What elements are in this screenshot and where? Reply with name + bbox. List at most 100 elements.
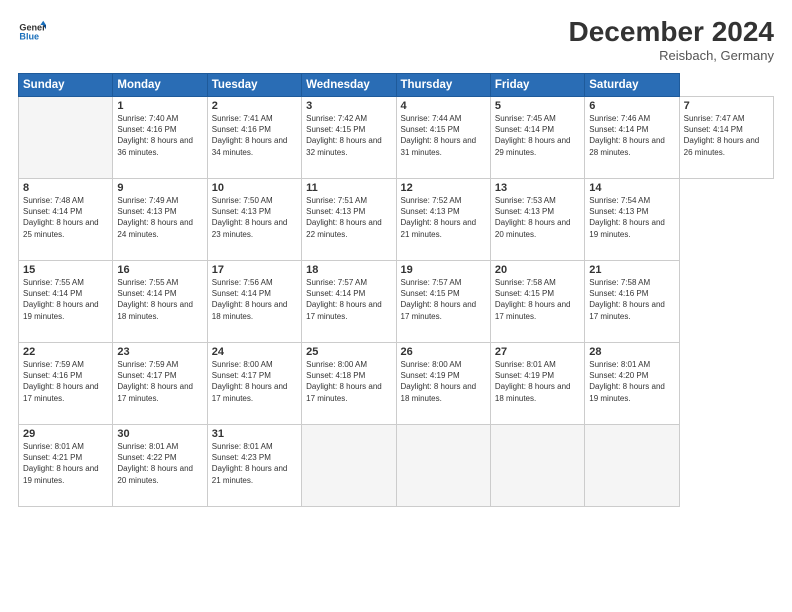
calendar-day-cell: 10 Sunrise: 7:50 AM Sunset: 4:13 PM Dayl…	[207, 179, 301, 261]
calendar-day-cell: 27 Sunrise: 8:01 AM Sunset: 4:19 PM Dayl…	[490, 343, 584, 425]
day-number: 13	[495, 182, 580, 194]
day-info: Sunrise: 7:58 AM Sunset: 4:15 PM Dayligh…	[495, 277, 580, 322]
day-info: Sunrise: 7:50 AM Sunset: 4:13 PM Dayligh…	[212, 195, 297, 240]
day-info: Sunrise: 8:01 AM Sunset: 4:19 PM Dayligh…	[495, 359, 580, 404]
day-number: 23	[117, 346, 202, 358]
day-info: Sunrise: 7:44 AM Sunset: 4:15 PM Dayligh…	[401, 113, 486, 158]
calendar-week-row: 1 Sunrise: 7:40 AM Sunset: 4:16 PM Dayli…	[19, 97, 774, 179]
calendar-week-row: 29 Sunrise: 8:01 AM Sunset: 4:21 PM Dayl…	[19, 425, 774, 507]
day-number: 11	[306, 182, 391, 194]
calendar-day-cell: 7 Sunrise: 7:47 AM Sunset: 4:14 PM Dayli…	[679, 97, 773, 179]
calendar-day-cell: 12 Sunrise: 7:52 AM Sunset: 4:13 PM Dayl…	[396, 179, 490, 261]
day-of-week-header: Saturday	[585, 74, 679, 97]
calendar-day-cell: 5 Sunrise: 7:45 AM Sunset: 4:14 PM Dayli…	[490, 97, 584, 179]
day-number: 9	[117, 182, 202, 194]
day-info: Sunrise: 7:41 AM Sunset: 4:16 PM Dayligh…	[212, 113, 297, 158]
calendar-day-cell: 22 Sunrise: 7:59 AM Sunset: 4:16 PM Dayl…	[19, 343, 113, 425]
calendar-day-cell: 18 Sunrise: 7:57 AM Sunset: 4:14 PM Dayl…	[302, 261, 396, 343]
day-info: Sunrise: 7:40 AM Sunset: 4:16 PM Dayligh…	[117, 113, 202, 158]
day-info: Sunrise: 8:01 AM Sunset: 4:20 PM Dayligh…	[589, 359, 674, 404]
day-info: Sunrise: 7:48 AM Sunset: 4:14 PM Dayligh…	[23, 195, 108, 240]
calendar-week-row: 22 Sunrise: 7:59 AM Sunset: 4:16 PM Dayl…	[19, 343, 774, 425]
day-number: 17	[212, 264, 297, 276]
calendar-day-cell: 2 Sunrise: 7:41 AM Sunset: 4:16 PM Dayli…	[207, 97, 301, 179]
day-of-week-header: Thursday	[396, 74, 490, 97]
calendar-day-cell: 16 Sunrise: 7:55 AM Sunset: 4:14 PM Dayl…	[113, 261, 207, 343]
calendar-day-cell: 21 Sunrise: 7:58 AM Sunset: 4:16 PM Dayl…	[585, 261, 679, 343]
day-of-week-header: Monday	[113, 74, 207, 97]
day-info: Sunrise: 7:46 AM Sunset: 4:14 PM Dayligh…	[589, 113, 674, 158]
day-number: 14	[589, 182, 674, 194]
svg-text:Blue: Blue	[19, 32, 39, 42]
location-subtitle: Reisbach, Germany	[569, 48, 774, 63]
day-info: Sunrise: 7:42 AM Sunset: 4:15 PM Dayligh…	[306, 113, 391, 158]
calendar-day-cell	[585, 425, 679, 507]
day-number: 8	[23, 182, 108, 194]
month-year-title: December 2024	[569, 18, 774, 46]
day-info: Sunrise: 7:51 AM Sunset: 4:13 PM Dayligh…	[306, 195, 391, 240]
day-number: 20	[495, 264, 580, 276]
day-info: Sunrise: 8:01 AM Sunset: 4:21 PM Dayligh…	[23, 441, 108, 486]
day-number: 22	[23, 346, 108, 358]
day-info: Sunrise: 8:00 AM Sunset: 4:19 PM Dayligh…	[401, 359, 486, 404]
day-number: 3	[306, 100, 391, 112]
calendar-day-cell: 30 Sunrise: 8:01 AM Sunset: 4:22 PM Dayl…	[113, 425, 207, 507]
day-number: 6	[589, 100, 674, 112]
day-info: Sunrise: 7:55 AM Sunset: 4:14 PM Dayligh…	[117, 277, 202, 322]
calendar-day-cell: 29 Sunrise: 8:01 AM Sunset: 4:21 PM Dayl…	[19, 425, 113, 507]
calendar-day-cell	[396, 425, 490, 507]
calendar-week-row: 8 Sunrise: 7:48 AM Sunset: 4:14 PM Dayli…	[19, 179, 774, 261]
calendar-header-row: SundayMondayTuesdayWednesdayThursdayFrid…	[19, 74, 774, 97]
calendar-day-cell: 13 Sunrise: 7:53 AM Sunset: 4:13 PM Dayl…	[490, 179, 584, 261]
day-number: 28	[589, 346, 674, 358]
calendar-day-cell: 15 Sunrise: 7:55 AM Sunset: 4:14 PM Dayl…	[19, 261, 113, 343]
day-info: Sunrise: 7:45 AM Sunset: 4:14 PM Dayligh…	[495, 113, 580, 158]
day-info: Sunrise: 7:53 AM Sunset: 4:13 PM Dayligh…	[495, 195, 580, 240]
title-block: December 2024 Reisbach, Germany	[569, 18, 774, 63]
calendar-day-cell: 9 Sunrise: 7:49 AM Sunset: 4:13 PM Dayli…	[113, 179, 207, 261]
day-info: Sunrise: 8:00 AM Sunset: 4:17 PM Dayligh…	[212, 359, 297, 404]
calendar-page: General Blue December 2024 Reisbach, Ger…	[0, 0, 792, 612]
day-number: 15	[23, 264, 108, 276]
day-info: Sunrise: 8:00 AM Sunset: 4:18 PM Dayligh…	[306, 359, 391, 404]
day-info: Sunrise: 8:01 AM Sunset: 4:23 PM Dayligh…	[212, 441, 297, 486]
page-header: General Blue December 2024 Reisbach, Ger…	[18, 18, 774, 63]
day-number: 12	[401, 182, 486, 194]
day-number: 5	[495, 100, 580, 112]
day-info: Sunrise: 7:57 AM Sunset: 4:15 PM Dayligh…	[401, 277, 486, 322]
day-number: 31	[212, 428, 297, 440]
calendar-day-cell: 26 Sunrise: 8:00 AM Sunset: 4:19 PM Dayl…	[396, 343, 490, 425]
day-info: Sunrise: 8:01 AM Sunset: 4:22 PM Dayligh…	[117, 441, 202, 486]
day-number: 18	[306, 264, 391, 276]
day-number: 26	[401, 346, 486, 358]
calendar-day-cell: 17 Sunrise: 7:56 AM Sunset: 4:14 PM Dayl…	[207, 261, 301, 343]
day-info: Sunrise: 7:47 AM Sunset: 4:14 PM Dayligh…	[684, 113, 769, 158]
day-number: 30	[117, 428, 202, 440]
logo-icon: General Blue	[18, 18, 46, 46]
day-number: 21	[589, 264, 674, 276]
day-number: 7	[684, 100, 769, 112]
day-of-week-header: Sunday	[19, 74, 113, 97]
calendar-table: SundayMondayTuesdayWednesdayThursdayFrid…	[18, 73, 774, 507]
day-info: Sunrise: 7:52 AM Sunset: 4:13 PM Dayligh…	[401, 195, 486, 240]
calendar-day-cell: 20 Sunrise: 7:58 AM Sunset: 4:15 PM Dayl…	[490, 261, 584, 343]
day-info: Sunrise: 7:49 AM Sunset: 4:13 PM Dayligh…	[117, 195, 202, 240]
day-info: Sunrise: 7:59 AM Sunset: 4:17 PM Dayligh…	[117, 359, 202, 404]
day-number: 24	[212, 346, 297, 358]
day-of-week-header: Wednesday	[302, 74, 396, 97]
calendar-day-cell	[302, 425, 396, 507]
calendar-day-cell: 28 Sunrise: 8:01 AM Sunset: 4:20 PM Dayl…	[585, 343, 679, 425]
day-number: 25	[306, 346, 391, 358]
calendar-day-cell: 24 Sunrise: 8:00 AM Sunset: 4:17 PM Dayl…	[207, 343, 301, 425]
day-info: Sunrise: 7:56 AM Sunset: 4:14 PM Dayligh…	[212, 277, 297, 322]
calendar-day-cell: 6 Sunrise: 7:46 AM Sunset: 4:14 PM Dayli…	[585, 97, 679, 179]
day-info: Sunrise: 7:55 AM Sunset: 4:14 PM Dayligh…	[23, 277, 108, 322]
calendar-day-cell: 19 Sunrise: 7:57 AM Sunset: 4:15 PM Dayl…	[396, 261, 490, 343]
calendar-day-cell: 31 Sunrise: 8:01 AM Sunset: 4:23 PM Dayl…	[207, 425, 301, 507]
calendar-day-cell: 1 Sunrise: 7:40 AM Sunset: 4:16 PM Dayli…	[113, 97, 207, 179]
calendar-day-cell: 4 Sunrise: 7:44 AM Sunset: 4:15 PM Dayli…	[396, 97, 490, 179]
day-of-week-header: Friday	[490, 74, 584, 97]
calendar-day-cell: 14 Sunrise: 7:54 AM Sunset: 4:13 PM Dayl…	[585, 179, 679, 261]
day-number: 16	[117, 264, 202, 276]
day-number: 10	[212, 182, 297, 194]
